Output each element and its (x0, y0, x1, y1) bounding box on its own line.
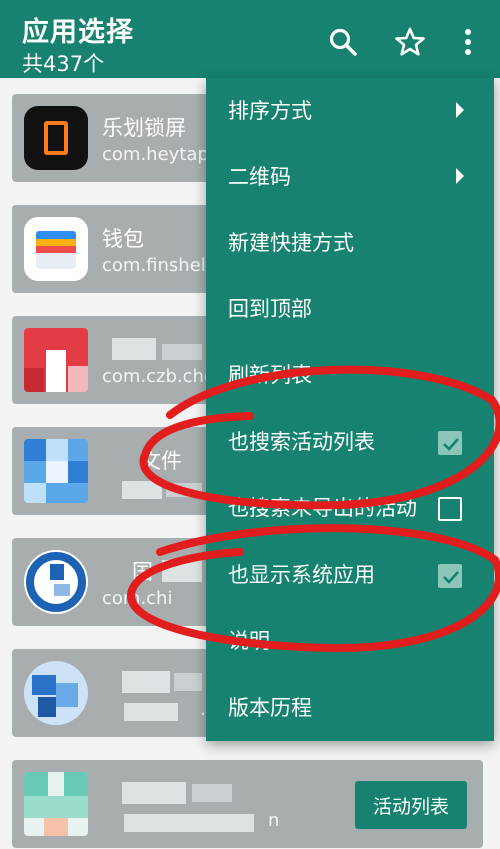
app-name: 钱包 (102, 227, 144, 251)
checkbox-checked[interactable] (438, 431, 462, 455)
menu-item-label: 刷新列表 (228, 363, 312, 387)
app-logo-icon (24, 328, 88, 392)
checkbox-checked[interactable] (438, 564, 462, 588)
wallet-icon (24, 217, 88, 281)
chevron-right-icon (456, 168, 464, 184)
app-package: com.heytap. (102, 144, 215, 165)
app-package: n (268, 810, 280, 831)
app-bar: 应用选择 共437个 (0, 0, 500, 78)
menu-item-label: 也搜索活动列表 (228, 430, 375, 454)
menu-item-sort[interactable]: 排序方式 (206, 78, 494, 144)
menu-item-label: 二维码 (228, 165, 291, 189)
app-count: 共437个 (22, 52, 105, 76)
app-name: 文件 (140, 449, 182, 473)
app-logo-icon (24, 106, 88, 170)
overflow-menu: 排序方式 二维码 新建快捷方式 回到顶部 刷新列表 也搜索活动列表 也搜索未导出… (206, 78, 494, 741)
menu-item-label: 新建快捷方式 (228, 231, 354, 255)
menu-item-label: 版本历程 (228, 696, 312, 720)
menu-item-show-system-apps[interactable]: 也显示系统应用 (206, 542, 494, 608)
menu-item-label: 说明 (228, 629, 270, 653)
menu-item-refresh[interactable]: 刷新列表 (206, 342, 494, 408)
menu-item-search-unexported[interactable]: 也搜索未导出的活动 (206, 475, 494, 541)
menu-item-qrcode[interactable]: 二维码 (206, 144, 494, 210)
checkbox-unchecked[interactable] (438, 497, 462, 521)
app-package: com.chi (102, 588, 173, 609)
menu-item-back-to-top[interactable]: 回到顶部 (206, 276, 494, 342)
app-logo-icon (24, 439, 88, 503)
star-icon[interactable] (394, 26, 426, 58)
app-logo-icon (24, 550, 88, 614)
menu-item-label: 也显示系统应用 (228, 563, 375, 587)
more-vert-icon[interactable] (455, 26, 481, 58)
activity-list-button[interactable]: 活动列表 (355, 781, 467, 829)
menu-item-search-activities[interactable]: 也搜索活动列表 (206, 409, 494, 475)
menu-item-new-shortcut[interactable]: 新建快捷方式 (206, 210, 494, 276)
page-title: 应用选择 (22, 17, 134, 48)
menu-item-help[interactable]: 说明 (206, 608, 494, 674)
menu-item-version-history[interactable]: 版本历程 (206, 675, 494, 741)
chevron-right-icon (456, 102, 464, 118)
menu-item-label: 也搜索未导出的活动 (228, 496, 417, 520)
app-name: 国 (132, 560, 153, 584)
app-package: com.finshell (102, 255, 211, 276)
app-logo-icon (24, 772, 88, 836)
app-name: 乐划锁屏 (102, 116, 186, 140)
menu-item-label: 回到顶部 (228, 297, 312, 321)
app-logo-icon (24, 661, 88, 725)
app-package: com.czb.che (102, 366, 216, 387)
menu-item-label: 排序方式 (228, 99, 312, 123)
search-icon[interactable] (327, 26, 359, 58)
